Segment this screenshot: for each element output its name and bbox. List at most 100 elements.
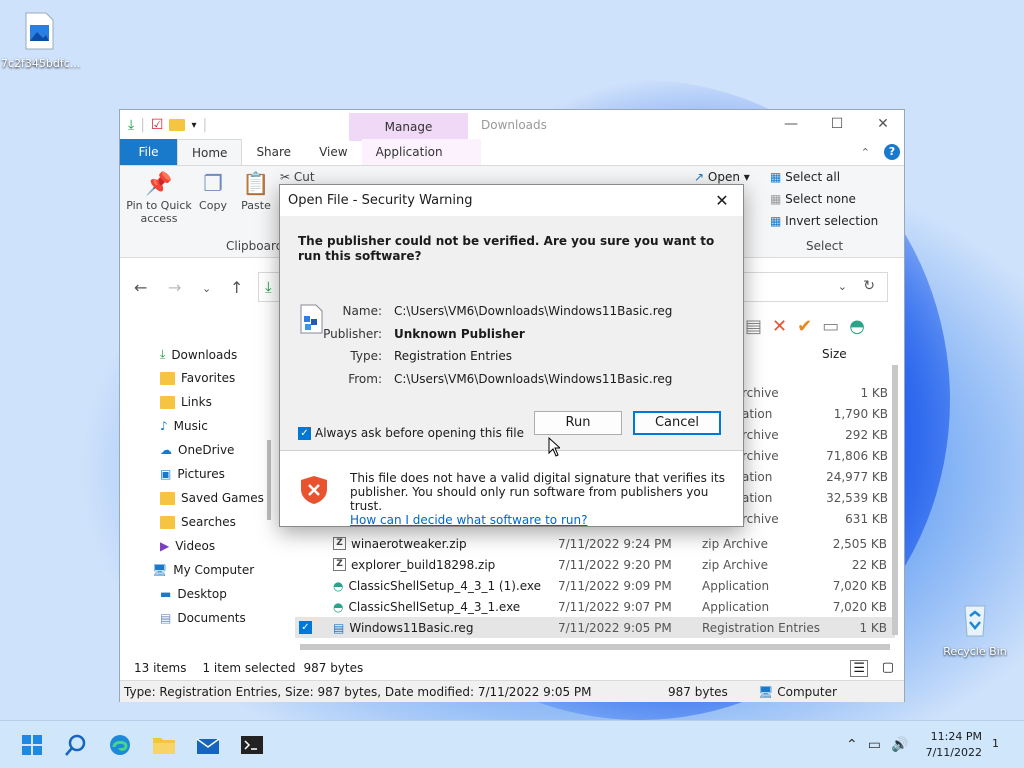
nav-item-downloads[interactable]: ⤓ Downloads [160,347,237,362]
horizontal-scrollbar[interactable] [300,644,890,650]
selection-count: 1 item selected [202,661,296,675]
desktop-icon: ▬ [160,587,172,601]
run-button[interactable]: Run [534,411,622,435]
file-explorer-icon[interactable] [152,733,176,757]
clock[interactable]: 11:24 PM 7/11/2022 [922,729,982,761]
details-bytes: 987 bytes [668,684,728,699]
mail-icon[interactable] [196,733,220,757]
table-row[interactable]: ◓ ClassicShellSetup_4_3_1 (1).exe 7/11/20… [295,575,895,596]
tray-expand-icon[interactable]: ⌃ [846,737,858,753]
nav-item-documents[interactable]: ▤ Documents [160,611,246,625]
network-icon[interactable]: ▭ [868,737,881,753]
maximize-icon[interactable]: ☐ [814,116,860,132]
tab-file[interactable]: File [120,139,177,165]
status-bar: 13 items 1 item selected 987 bytes ☰ ▢ [120,656,904,680]
forward-arrow-icon[interactable]: → [168,278,181,297]
shell-app-icon: ◓ [333,599,344,614]
manage-tab[interactable]: Manage [349,113,468,141]
rename-icon[interactable]: ▭ [822,316,839,337]
start-windows-icon[interactable] [20,733,44,757]
cut-button[interactable]: ✂ Cut [280,170,315,184]
copy-button[interactable]: ❐ Copy [198,172,228,212]
checkmark-icon[interactable]: ✔ [797,316,812,337]
search-icon[interactable] [64,733,88,757]
shell-icon[interactable]: ◓ [849,316,865,337]
dialog-title: Open File - Security Warning [288,193,473,208]
volume-icon[interactable]: 🔊 [891,737,908,753]
nav-pane-scrollbar[interactable] [267,440,271,520]
nav-item-desktop[interactable]: ▬ Desktop [160,587,227,601]
details-view-icon[interactable]: ☰ [850,660,868,677]
table-row-selected[interactable]: ✓ ▤ Windows11Basic.reg 7/11/2022 9:05 PM … [295,617,895,638]
terminal-icon[interactable] [240,733,264,757]
tab-application-tools[interactable]: Application Tools [361,139,481,185]
tab-view[interactable]: View [305,139,361,165]
notification-count[interactable]: 1 [992,737,999,750]
refresh-icon[interactable]: ↻ [863,278,875,294]
delete-x-icon[interactable]: ✕ [772,316,787,337]
folder-icon [160,491,175,505]
copy-icon: ❐ [203,172,223,197]
recent-dropdown-icon[interactable]: ⌄ [202,282,211,295]
computer-zone: 🖥 Computer [758,684,837,699]
large-icons-view-icon[interactable]: ▢ [882,660,894,675]
cancel-button[interactable]: Cancel [633,411,721,435]
pin-icon: 📌 [145,172,173,197]
field-name: Name: C:\Users\VM6\Downloads\Windows11Bas… [342,304,673,318]
navigation-pane: ⤓ Downloads Favorites Links ♪ Music ☁ OneDr… [120,341,270,651]
desktop-file-icon[interactable]: 7c2f345bdfc... [1,12,80,70]
help-link[interactable]: How can I decide what software to run? [350,513,587,527]
nav-item-music[interactable]: ♪ Music [160,419,208,433]
table-row[interactable]: Zwinaerotweaker.zip 7/11/2022 9:24 PM zi… [295,533,895,554]
image-file-icon [25,12,54,50]
vertical-scrollbar[interactable] [892,365,898,635]
back-arrow-icon[interactable]: ← [134,278,147,297]
tab-home[interactable]: Home [177,139,243,165]
select-all-icon: ▦ [770,170,782,184]
ribbon-collapse-icon[interactable]: ⌃ [861,146,870,159]
field-from: From: C:\Users\VM6\Downloads\Windows11Bas… [348,372,673,386]
mouse-cursor-icon [548,437,560,457]
nav-item-favorites[interactable]: Favorites [160,371,235,385]
cloud-icon: ☁ [160,443,172,457]
zip-file-icon: Z [333,537,346,550]
dialog-body: The publisher could not be verified. Are… [280,216,743,452]
open-button[interactable]: ↗ Open ▾ [694,170,750,184]
new-folder-icon[interactable] [169,119,186,131]
nav-item-my-computer[interactable]: 🖥 My Computer [152,563,254,577]
download-icon[interactable]: ⤓ [128,117,134,133]
window-title: Downloads [481,118,547,132]
dialog-close-icon[interactable]: ✕ [709,189,735,213]
nav-item-searches[interactable]: Searches [160,515,236,529]
folder-icon [160,395,175,409]
nav-item-onedrive[interactable]: ☁ OneDrive [160,443,234,457]
always-ask-checkbox-row[interactable]: ✓ Always ask before opening this file [298,426,524,440]
tab-share[interactable]: Share [242,139,305,165]
nav-item-links[interactable]: Links [160,395,212,409]
help-icon[interactable]: ? [884,144,900,160]
nav-item-pictures[interactable]: ▣ Pictures [160,467,225,481]
always-ask-checkbox[interactable]: ✓ [298,426,311,440]
computer-icon: 🖥 [758,684,774,699]
row-checkbox[interactable]: ✓ [299,621,312,634]
clipboard-tool-icon[interactable]: ▤ [745,316,762,337]
up-arrow-icon[interactable]: ↑ [230,278,243,297]
recycle-bin[interactable]: Recycle Bin [937,600,1013,658]
invert-selection-button[interactable]: ▦ Invert selection [770,214,878,228]
close-icon[interactable]: ✕ [860,116,906,132]
paste-button[interactable]: 📋 Paste [240,172,272,212]
edge-browser-icon[interactable] [108,733,132,757]
address-dropdown-icon[interactable]: ⌄ [838,280,847,293]
select-none-button[interactable]: ▦ Select none [770,192,856,206]
pin-quick-access-button[interactable]: 📌 Pin to Quick access [126,172,192,225]
nav-item-saved-games[interactable]: Saved Games [160,491,264,505]
table-row[interactable]: Zexplorer_build18298.zip 7/11/2022 9:20 … [295,554,895,575]
minimize-icon[interactable]: — [768,116,814,132]
dialog-footer: This file does not have a valid digital … [280,451,743,527]
properties-icon[interactable]: ☑ [151,117,164,133]
select-all-button[interactable]: ▦ Select all [770,170,840,184]
qat-dropdown-icon[interactable]: ▾ [191,120,196,131]
always-ask-label: Always ask before opening this file [315,426,524,440]
nav-item-videos[interactable]: ▶ Videos [160,539,215,553]
table-row[interactable]: ◓ ClassicShellSetup_4_3_1.exe 7/11/2022 9… [295,596,895,617]
